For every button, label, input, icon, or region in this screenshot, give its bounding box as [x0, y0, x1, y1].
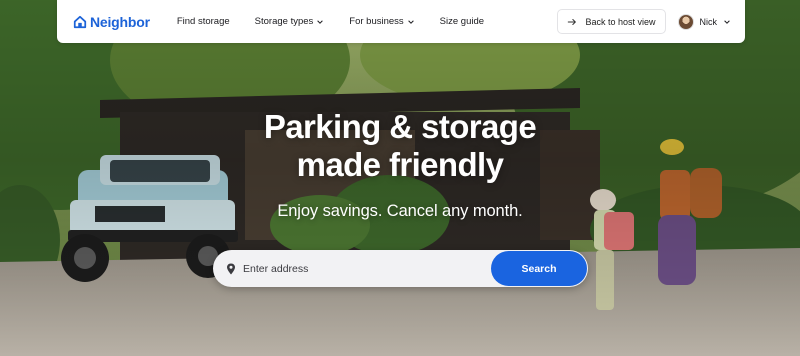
- user-menu[interactable]: Nick: [677, 13, 732, 30]
- nav-links: Find storage Storage types For business …: [177, 16, 484, 27]
- nav-right: Back to host view Nick: [557, 9, 731, 34]
- nav-find-storage[interactable]: Find storage: [177, 16, 230, 27]
- arrow-right-icon: [568, 18, 577, 25]
- top-nav: Neighbor Find storage Storage types For …: [57, 0, 745, 43]
- nav-link-label: For business: [349, 16, 404, 27]
- headline-line-1: Parking & storage: [263, 108, 537, 145]
- brand-name: Neighbor: [90, 13, 150, 30]
- address-input[interactable]: [243, 262, 483, 275]
- chevron-down-icon: [317, 19, 324, 24]
- nav-link-label: Size guide: [439, 16, 485, 27]
- hero-subhead: Enjoy savings. Cancel any month.: [277, 202, 523, 220]
- chevron-down-icon: [407, 19, 414, 24]
- nav-for-business[interactable]: For business: [349, 16, 414, 27]
- search-button[interactable]: Search: [491, 251, 587, 286]
- location-pin-icon: [227, 263, 235, 274]
- host-button-label: Back to host view: [585, 16, 656, 27]
- nav-link-label: Find storage: [176, 16, 230, 27]
- nav-size-guide[interactable]: Size guide: [440, 16, 484, 27]
- avatar: [677, 13, 694, 30]
- back-to-host-view-button[interactable]: Back to host view: [557, 9, 666, 34]
- headline-line-2: made friendly: [296, 146, 504, 183]
- nav-link-label: Storage types: [254, 16, 314, 27]
- nav-storage-types[interactable]: Storage types: [255, 16, 325, 27]
- user-name: Nick: [699, 16, 718, 27]
- brand-logo[interactable]: Neighbor: [73, 14, 150, 30]
- hero-headline: Parking & storage made friendly: [0, 108, 800, 184]
- address-search-bar: Search: [213, 250, 588, 287]
- chevron-down-icon: [724, 19, 730, 24]
- house-logo-icon: [73, 15, 87, 28]
